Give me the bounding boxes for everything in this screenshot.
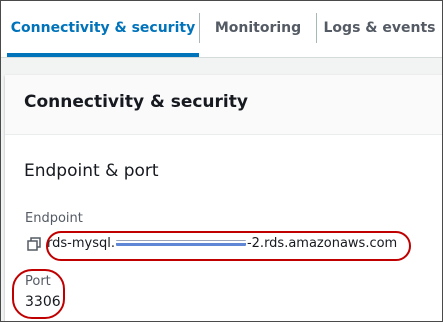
endpoint-port-section-title: Endpoint & port (24, 161, 159, 181)
panel-header: Connectivity & security (5, 75, 442, 135)
endpoint-row: rds-mysql. -2.rds.amazonaws.com (27, 233, 397, 253)
port-value: 3306 (25, 294, 61, 310)
tab-logs-events[interactable]: Logs & events (317, 1, 442, 55)
connectivity-security-panel: Connectivity & security Endpoint & port … (5, 75, 442, 321)
port-label: Port (25, 274, 51, 289)
tab-monitoring[interactable]: Monitoring (200, 1, 316, 55)
endpoint-value[interactable]: rds-mysql. -2.rds.amazonaws.com (47, 236, 397, 251)
panel-title: Connectivity & security (24, 92, 248, 112)
redacted-hostname (115, 240, 246, 246)
copy-icon[interactable] (27, 236, 41, 251)
tab-bar: Connectivity & security Monitoring Logs … (1, 1, 442, 58)
endpoint-prefix: rds-mysql. (47, 235, 115, 251)
endpoint-label: Endpoint (25, 211, 83, 226)
tab-connectivity-security[interactable]: Connectivity & security (7, 1, 199, 57)
endpoint-suffix: -2.rds.amazonaws.com (246, 235, 398, 251)
rds-console-frame: Connectivity & security Monitoring Logs … (0, 0, 443, 322)
